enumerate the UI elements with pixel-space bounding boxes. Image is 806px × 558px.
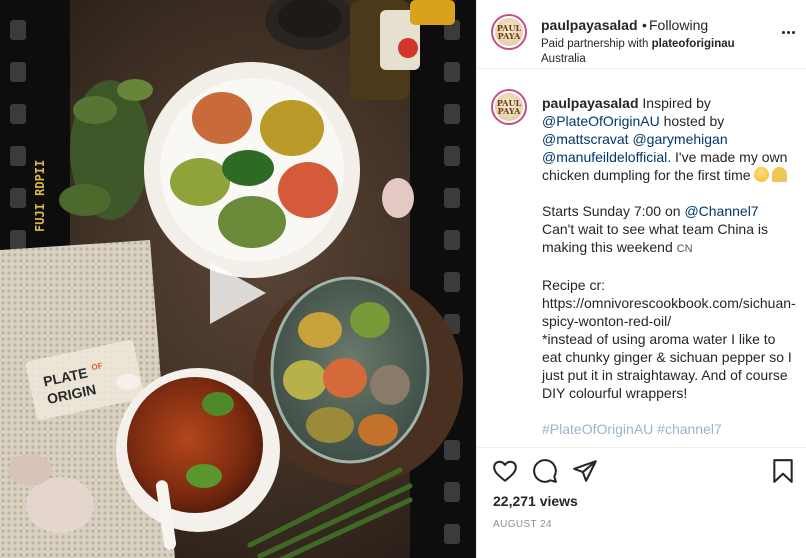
caption-avatar[interactable]: PAUL PAYA (491, 89, 527, 125)
dumpling-emoji-icon (771, 167, 787, 182)
post-caption: paulpayasalad Inspired by @PlateOfOrigin… (542, 95, 796, 437)
china-flag-icon: CN (676, 243, 693, 255)
film-label: FUJI RDPII (33, 160, 47, 232)
comments-area[interactable]: PAUL PAYA paulpayasalad Inspired by @Pla… (477, 69, 806, 447)
play-icon (210, 262, 266, 324)
post-media[interactable]: FUJI RDPII 21 (0, 0, 476, 558)
comment-icon (533, 459, 557, 483)
film-strip-right: 21 (410, 0, 476, 558)
mention-link[interactable]: @manufeildelofficial (542, 149, 667, 165)
glass-bowl (253, 275, 463, 485)
heart-icon (493, 460, 517, 482)
view-count[interactable]: 22,271 views (493, 493, 578, 509)
paid-partnership-label: Paid partnership with plateoforiginau (541, 38, 735, 50)
mention-link[interactable]: @PlateOfOriginAU (542, 113, 660, 129)
avatar-image: PAUL PAYA (495, 18, 523, 46)
grinning-sweat-emoji-icon (753, 167, 769, 182)
share-button[interactable] (572, 458, 598, 484)
more-options-icon[interactable] (777, 24, 799, 40)
action-bar: 22,271 views AUGUST 24 (477, 447, 806, 558)
hashtag-links[interactable]: #PlateOfOriginAU #channel7 (542, 421, 722, 437)
post-date[interactable]: AUGUST 24 (493, 519, 552, 530)
bookmark-icon (773, 459, 793, 483)
separator-dot: • (642, 17, 647, 33)
like-button[interactable] (492, 458, 518, 484)
partner-link[interactable]: plateoforiginau (652, 38, 735, 50)
following-button[interactable]: Following (649, 17, 708, 33)
post-sidebar: PAUL PAYA paulpayasalad • Following Paid… (476, 0, 806, 558)
play-button[interactable] (204, 258, 270, 328)
avatar[interactable]: PAUL PAYA (491, 14, 527, 50)
post-header: PAUL PAYA paulpayasalad • Following Paid… (477, 0, 806, 69)
mention-link[interactable]: @mattscravat (542, 131, 629, 147)
save-button[interactable] (770, 458, 796, 484)
mention-link[interactable]: @Channel7 (684, 203, 758, 219)
partnership-prefix: Paid partnership with (541, 38, 652, 50)
username-link[interactable]: paulpayasalad (541, 17, 638, 33)
location-link[interactable]: Australia (541, 53, 586, 65)
caption-username[interactable]: paulpayasalad (542, 95, 639, 111)
comment-button[interactable] (532, 458, 558, 484)
mention-link[interactable]: @garymehigan (632, 131, 727, 147)
dumpling-plate (144, 62, 360, 278)
avatar-image: PAUL PAYA (495, 93, 523, 121)
paper-plane-icon (573, 460, 597, 482)
